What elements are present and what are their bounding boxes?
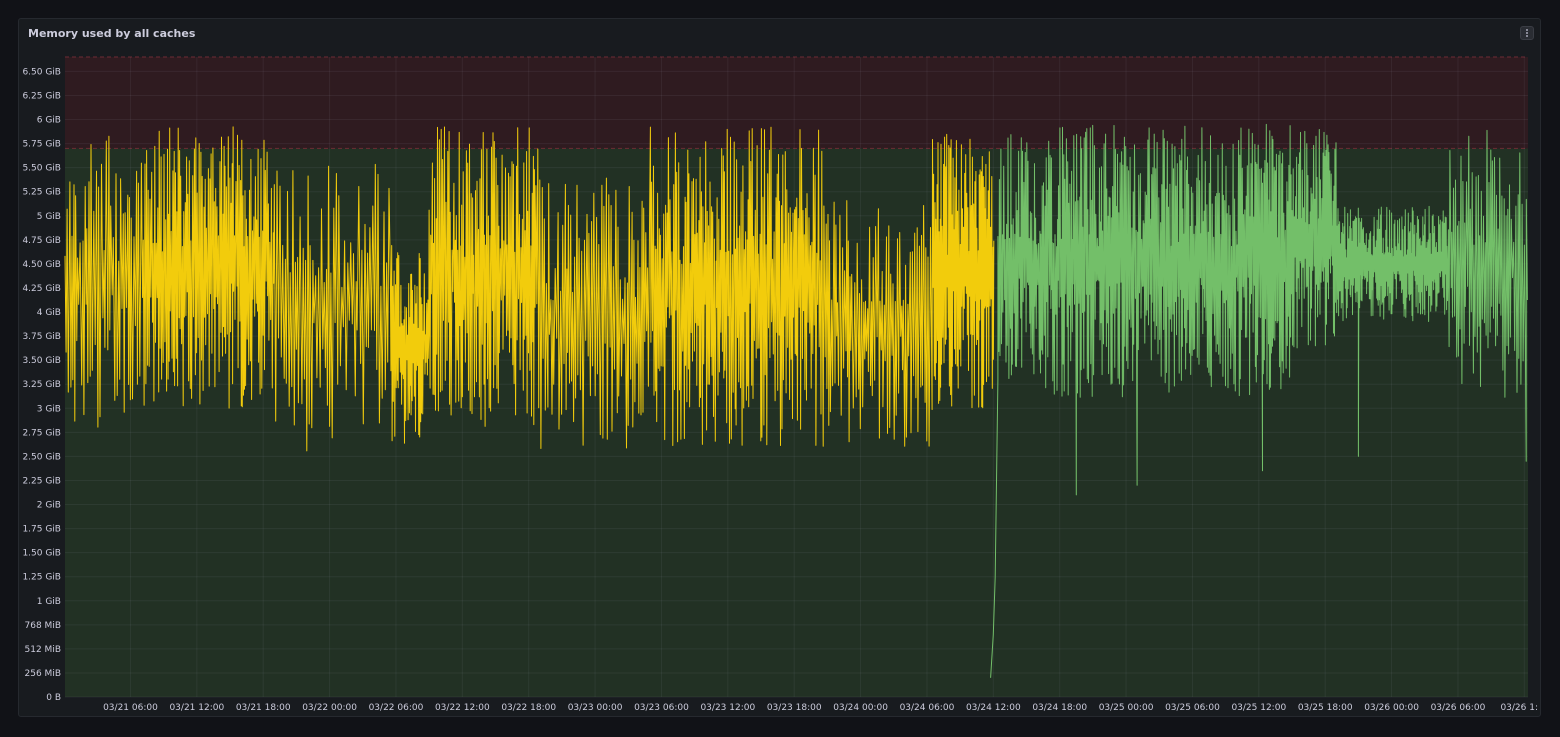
y-tick-label: 5.50 GiB [22,164,61,174]
x-tick-label: 03/23 00:00 [568,703,623,713]
x-tick-label: 03/25 00:00 [1099,703,1154,713]
y-tick-label: 3.50 GiB [22,356,61,366]
y-tick-label: 5.25 GiB [22,188,61,198]
y-tick-label: 2.75 GiB [22,428,61,438]
x-tick-label: 03/22 00:00 [302,703,357,713]
x-tick-label: 03/24 00:00 [833,703,888,713]
x-tick-label: 03/23 18:00 [767,703,822,713]
y-tick-label: 5 GiB [37,212,61,222]
x-tick-label: 03/26 1: [1500,703,1538,713]
y-tick-label: 3.75 GiB [22,332,61,342]
x-tick-label: 03/22 06:00 [369,703,424,713]
x-tick-label: 03/25 06:00 [1165,703,1220,713]
x-tick-label: 03/26 00:00 [1364,703,1419,713]
memory-chart[interactable]: 0 B 256 MiB 512 MiB 768 MiB 1 GiB 1.25 GiB 1.5… [19,19,1540,716]
y-tick-label: 2.25 GiB [22,476,61,486]
y-tick-label: 5.75 GiB [22,140,61,150]
x-tick-label: 03/26 06:00 [1431,703,1486,713]
x-tick-label: 03/24 06:00 [900,703,955,713]
y-tick-label: 3 GiB [37,404,61,414]
y-tick-label: 4.75 GiB [22,236,61,246]
y-tick-label: 3.25 GiB [22,380,61,390]
threshold-band-1 [65,57,1528,149]
y-tick-label: 0 B [46,693,61,703]
y-tick-label: 6.25 GiB [22,91,61,101]
x-tick-label: 03/23 06:00 [634,703,689,713]
y-tick-label: 1.25 GiB [22,573,61,583]
x-tick-label: 03/22 18:00 [501,703,556,713]
y-tick-label: 2.50 GiB [22,452,61,462]
y-tick-label: 1 GiB [37,597,61,607]
x-tick-label: 03/24 12:00 [966,703,1021,713]
x-tick-label: 03/24 18:00 [1032,703,1087,713]
y-tick-label: 768 MiB [25,621,61,631]
x-tick-label: 03/25 18:00 [1298,703,1353,713]
panel-title: Memory used by all caches [28,27,196,40]
x-tick-label: 03/21 12:00 [169,703,224,713]
x-tick-label: 03/23 12:00 [700,703,755,713]
y-tick-label: 4 GiB [37,308,61,318]
y-tick-label: 6.50 GiB [22,67,61,77]
y-tick-label: 1.50 GiB [22,549,61,559]
panel-menu-button[interactable] [1520,26,1534,40]
x-tick-label: 03/25 12:00 [1231,703,1286,713]
y-tick-label: 6 GiB [37,116,61,126]
y-tick-label: 4.25 GiB [22,284,61,294]
y-tick-label: 4.50 GiB [22,260,61,270]
y-tick-label: 512 MiB [25,645,61,655]
x-tick-label: 03/22 12:00 [435,703,490,713]
memory-panel: 0 B 256 MiB 512 MiB 768 MiB 1 GiB 1.25 GiB 1.5… [18,18,1541,717]
y-tick-label: 256 MiB [25,669,61,679]
x-tick-label: 03/21 18:00 [236,703,291,713]
y-tick-label: 1.75 GiB [22,525,61,535]
x-tick-label: 03/21 06:00 [103,703,158,713]
kebab-vertical-icon [1526,29,1528,37]
y-tick-label: 2 GiB [37,501,61,511]
